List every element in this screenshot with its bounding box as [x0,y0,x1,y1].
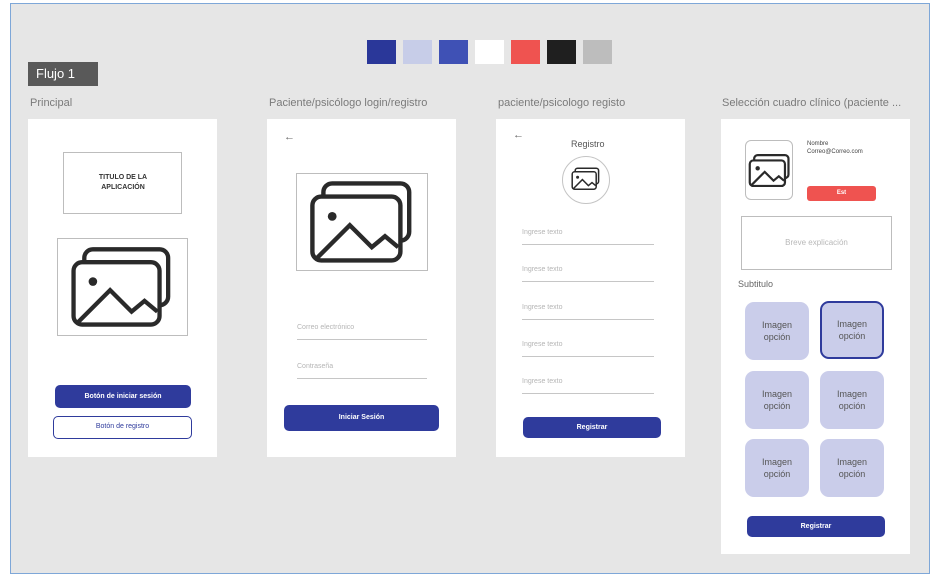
frame-title-seleccion: Selección cuadro clínico (paciente ... [722,97,902,109]
palette-swatch-6 [547,40,576,64]
screen-login: ← Correo electrónico Contraseña Iniciar … [267,119,456,457]
text-field-1[interactable]: Ingrese texto [522,229,654,245]
option-card[interactable]: Imagen opción [820,371,884,429]
screen-registro: ← Registro Ingrese texto Ingrese texto I… [496,119,685,457]
image-placeholder-icon [71,247,171,327]
profile-email: Correo@Correo.com [807,149,863,155]
app-title: TITULO DE LA APLICACIÓN [98,174,148,191]
flow-label: Flujo 1 [28,62,98,86]
palette-swatch-3 [439,40,468,64]
option-card[interactable]: Imagen opción [745,302,809,360]
profile-image-frame [745,140,793,200]
text-field-3[interactable]: Ingrese texto [522,304,654,320]
login-button[interactable]: Botón de iniciar sesión [55,385,191,408]
registro-heading: Registro [571,139,605,149]
option-card[interactable]: Imagen opción [820,439,884,497]
hero-image-frame [57,238,188,336]
frame-title-principal: Principal [30,97,73,109]
text-field-5[interactable]: Ingrese texto [522,378,654,394]
registrar-button[interactable]: Registrar [747,516,885,537]
back-arrow-icon[interactable]: ← [284,131,295,143]
screen-seleccion: Nombre Correo@Correo.com Est Breve expli… [721,119,910,554]
palette-swatch-7 [583,40,612,64]
subtitle: Subtitulo [738,279,774,289]
option-card[interactable]: Imagen opción [745,439,809,497]
explanation-field[interactable]: Breve explicación [741,216,892,270]
option-card[interactable]: Imagen opción [745,371,809,429]
avatar [562,156,610,204]
palette-swatch-4 [475,40,504,64]
frame-title-login: Paciente/psicólogo login/registro [269,97,428,109]
password-field[interactable]: Contraseña [297,363,427,379]
status-badge: Est [807,186,876,201]
text-field-4[interactable]: Ingrese texto [522,341,654,357]
image-placeholder-icon [310,181,412,263]
palette-swatch-1 [367,40,396,64]
image-placeholder-icon [571,167,600,190]
app-title-box: TITULO DE LA APLICACIÓN [63,152,182,214]
image-placeholder-icon [748,154,790,188]
option-card-selected[interactable]: Imagen opción [820,301,884,359]
login-submit-button[interactable]: Iniciar Sesión [284,405,439,431]
palette-swatch-5 [511,40,540,64]
frame-title-registro: paciente/psicologo registo [498,97,626,109]
login-image-frame [296,173,428,271]
profile-name: Nombre [807,141,829,147]
text-field-2[interactable]: Ingrese texto [522,266,654,282]
registrar-button[interactable]: Registrar [523,417,661,438]
screen-principal: TITULO DE LA APLICACIÓN Botón de iniciar… [28,119,217,457]
email-field[interactable]: Correo electrónico [297,324,427,340]
back-arrow-icon[interactable]: ← [513,129,524,141]
register-button[interactable]: Botón de registro [53,416,192,439]
palette-swatch-2 [403,40,432,64]
